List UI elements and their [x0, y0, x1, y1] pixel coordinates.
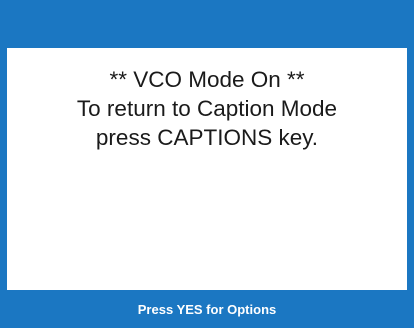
vco-mode-status-line: ** VCO Mode On **	[109, 67, 305, 92]
device-screen: ** VCO Mode On ** To return to Caption M…	[0, 0, 414, 328]
return-instruction-line: To return to Caption Mode	[76, 96, 338, 121]
options-hint: Press YES for Options	[137, 301, 277, 317]
bottom-bar: Press YES for Options	[0, 290, 414, 328]
status-message: ** VCO Mode On ** To return to Caption M…	[7, 48, 407, 152]
message-panel: ** VCO Mode On ** To return to Caption M…	[7, 48, 407, 290]
captions-key-instruction-line: press CAPTIONS key.	[95, 125, 319, 150]
top-bar	[0, 0, 414, 48]
